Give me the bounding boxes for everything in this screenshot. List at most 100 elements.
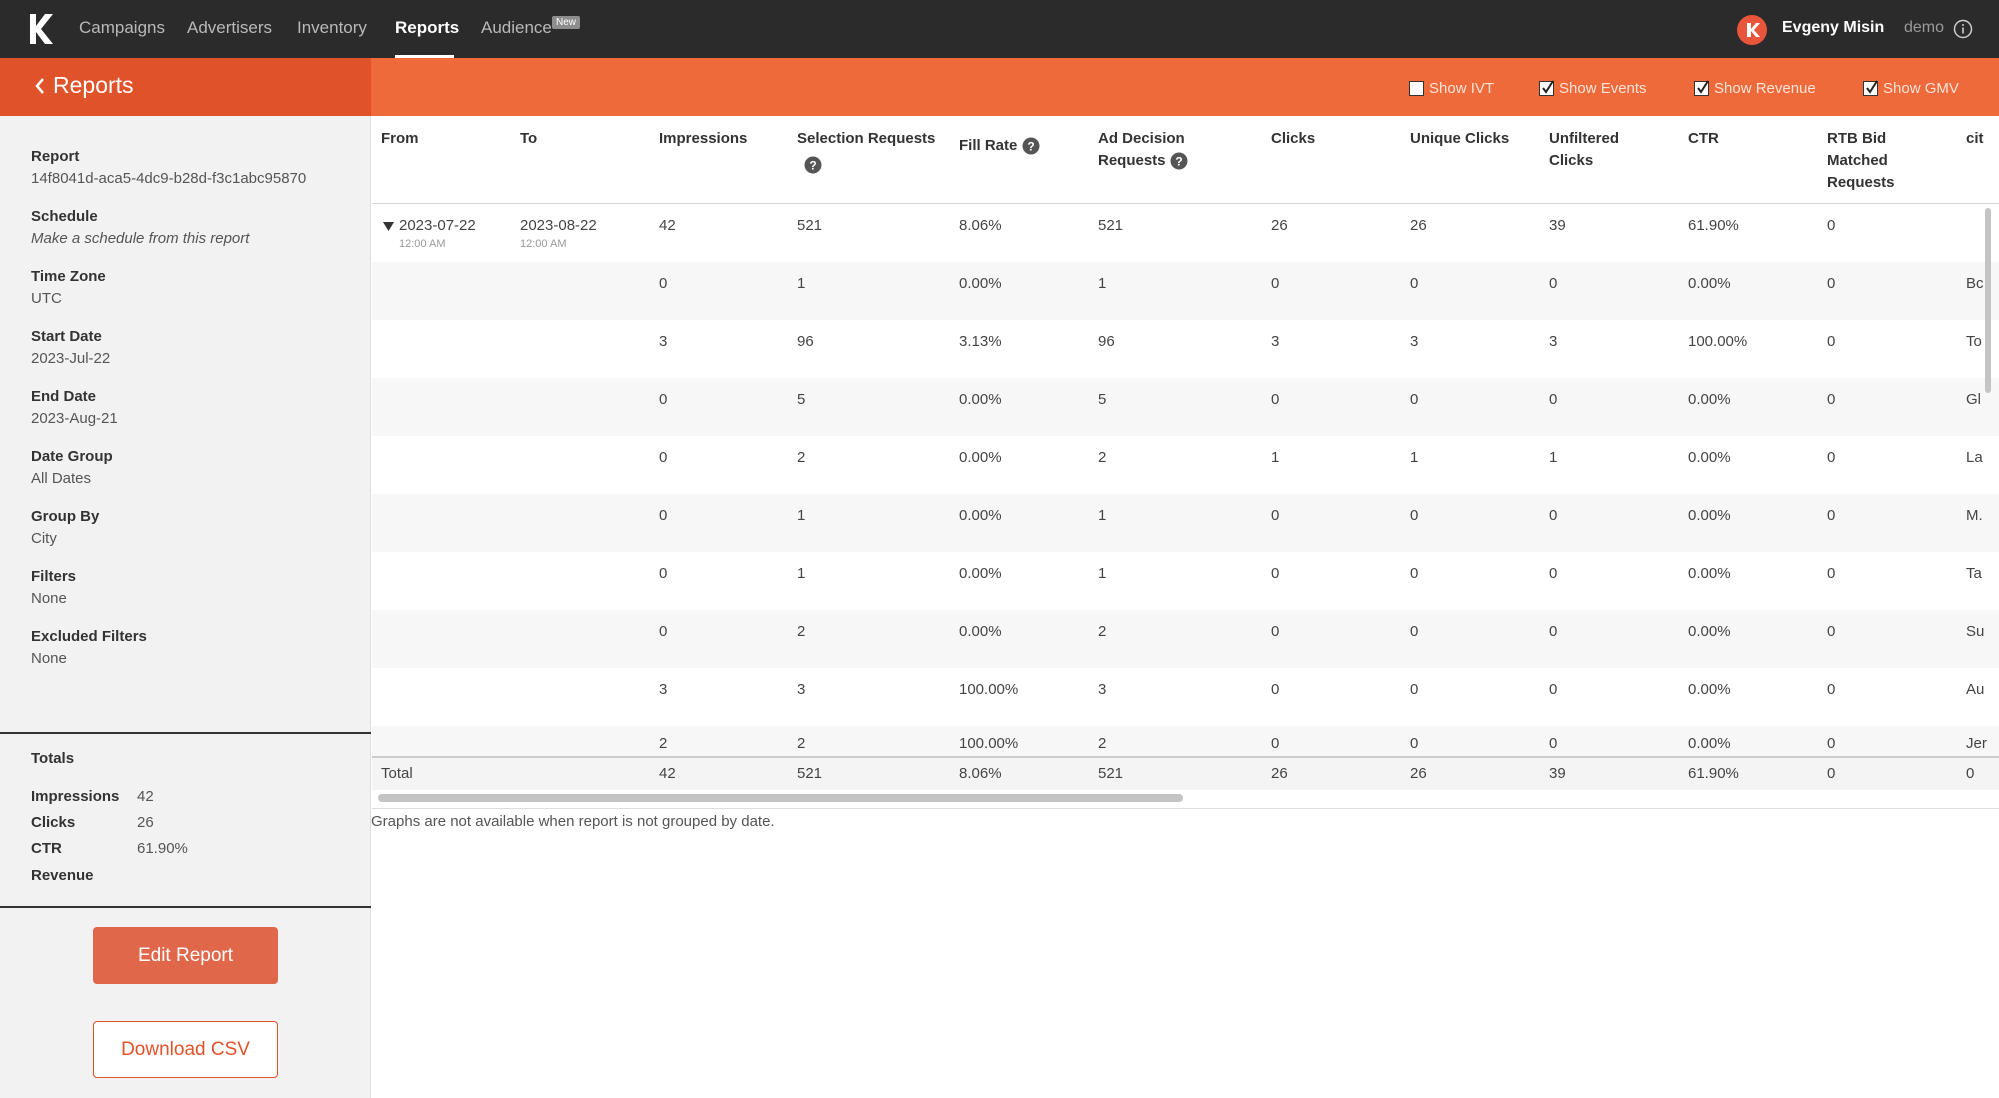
table-row[interactable]: 0 1 0.00% 1 0 0 0 0.00% 0 Ta <box>372 552 1999 610</box>
toggle-show-gmv[interactable]: Show GMV <box>1863 80 1959 97</box>
table-row[interactable]: 2023-07-22 12:00 AM 2023-08-22 12:00 AM … <box>372 204 1999 262</box>
cell-impressions: 3 <box>659 333 668 350</box>
cell-unique-clicks: 1 <box>1410 449 1419 466</box>
vertical-scrollbar[interactable] <box>1985 208 1991 393</box>
field-value-start-date: 2023-Jul-22 <box>31 350 111 367</box>
column-header-to[interactable]: To <box>520 128 537 150</box>
table-row[interactable]: 3 96 3.13% 96 3 3 3 100.00% 0 To <box>372 320 1999 378</box>
column-header-city[interactable]: cit <box>1966 128 1984 150</box>
cell-to-time: 12:00 AM <box>520 238 567 250</box>
field-label-group-by: Group By <box>31 508 100 525</box>
table-row[interactable]: 0 2 0.00% 2 0 0 0 0.00% 0 Su <box>372 610 1999 668</box>
avatar[interactable] <box>1737 15 1767 45</box>
totals-value-impressions: 42 <box>137 788 154 805</box>
column-header-unique-clicks[interactable]: Unique Clicks <box>1410 128 1509 150</box>
cell-ad-decision-requests: 1 <box>1098 507 1107 524</box>
cell-rtb-bid-matched: 0 <box>1827 507 1836 524</box>
info-icon[interactable] <box>1953 19 1973 39</box>
help-icon[interactable]: ? <box>1170 152 1188 170</box>
table-row[interactable]: 0 5 0.00% 5 0 0 0 0.00% 0 Gl <box>372 378 1999 436</box>
cell-clicks: 0 <box>1271 391 1280 408</box>
nav-audience[interactable]: Audience <box>481 18 552 38</box>
toggle-show-events[interactable]: Show Events <box>1539 80 1647 97</box>
cell-selection-requests: 3 <box>797 681 806 698</box>
cell-unique-clicks: 0 <box>1410 391 1419 408</box>
totals-label-revenue: Revenue <box>31 867 94 884</box>
column-header-impressions[interactable]: Impressions <box>659 128 747 150</box>
cell-ad-decision-requests: 2 <box>1098 735 1107 752</box>
cell-unfiltered-clicks: 0 <box>1549 623 1558 640</box>
cell-unique-clicks: 3 <box>1410 333 1419 350</box>
help-icon[interactable]: ? <box>1022 137 1040 155</box>
cell-unfiltered-clicks: 0 <box>1549 275 1558 292</box>
toggle-label: Show IVT <box>1429 80 1495 97</box>
horizontal-scrollbar[interactable] <box>378 794 1183 802</box>
column-header-clicks[interactable]: Clicks <box>1271 128 1315 150</box>
column-header-from[interactable]: From <box>381 128 419 150</box>
cell-impressions: 42 <box>659 217 676 234</box>
cell-unique-clicks: 0 <box>1410 275 1419 292</box>
field-label-start-date: Start Date <box>31 328 102 345</box>
column-header-ad-decision-requests[interactable]: Ad Decision Requests ? <box>1098 128 1218 172</box>
cell-rtb-bid-matched: 0 <box>1827 333 1836 350</box>
cell-clicks: 0 <box>1271 565 1280 582</box>
field-label-end-date: End Date <box>31 388 97 405</box>
cell-impressions: 0 <box>659 565 668 582</box>
table-row[interactable]: 3 3 100.00% 3 0 0 0 0.00% 0 Au <box>372 668 1999 726</box>
cell-ctr: 0.00% <box>1688 681 1731 698</box>
user-name[interactable]: Evgeny Misin <box>1782 19 1884 37</box>
table-row[interactable]: 0 2 0.00% 2 1 1 1 0.00% 0 La <box>372 436 1999 494</box>
cell-clicks: 3 <box>1271 333 1280 350</box>
schedule-link[interactable]: Make a schedule from this report <box>31 230 249 247</box>
table-row[interactable]: 0 1 0.00% 1 0 0 0 0.00% 0 Bc <box>372 262 1999 320</box>
nav-campaigns[interactable]: Campaigns <box>79 18 165 38</box>
header-label: Fill Rate <box>959 137 1018 154</box>
field-value-end-date: 2023-Aug-21 <box>31 410 118 427</box>
column-header-ctr[interactable]: CTR <box>1688 128 1719 150</box>
field-label-timezone: Time Zone <box>31 268 106 285</box>
cell-city: M. <box>1966 507 1983 524</box>
column-header-unfiltered-clicks[interactable]: Unfiltered Clicks <box>1549 128 1639 172</box>
cell-city: Au <box>1966 681 1985 698</box>
cell-fill-rate: 8.06% <box>959 217 1002 234</box>
cell-ad-decision-requests: 3 <box>1098 681 1107 698</box>
column-header-fill-rate[interactable]: Fill Rate ? <box>959 135 1040 157</box>
totals-label-impressions: Impressions <box>31 788 120 805</box>
header-label: Selection Requests <box>797 130 936 147</box>
nav-advertisers[interactable]: Advertisers <box>187 18 272 38</box>
cell-ad-decision-requests: 5 <box>1098 391 1107 408</box>
cell-unfiltered-clicks: 0 <box>1549 565 1558 582</box>
toggle-show-revenue[interactable]: Show Revenue <box>1694 80 1816 97</box>
page-title[interactable]: Reports <box>53 72 134 99</box>
cell-fill-rate: 100.00% <box>959 735 1019 752</box>
checkbox-show-revenue[interactable] <box>1694 80 1709 96</box>
checkbox-show-events[interactable] <box>1539 80 1554 96</box>
total-ad-decision-requests: 521 <box>1098 765 1124 782</box>
column-header-rtb-bid-matched-requests[interactable]: RTB Bid Matched Requests <box>1827 128 1917 194</box>
expand-triangle-icon[interactable] <box>383 221 394 232</box>
edit-report-button[interactable]: Edit Report <box>93 927 278 984</box>
cell-unique-clicks: 0 <box>1410 623 1419 640</box>
total-unique-clicks: 26 <box>1410 765 1427 782</box>
column-header-selection-requests[interactable]: Selection Requests ? <box>797 128 935 174</box>
cell-ctr: 0.00% <box>1688 623 1731 640</box>
cell-ad-decision-requests: 2 <box>1098 449 1107 466</box>
logo-icon[interactable] <box>28 14 54 44</box>
download-csv-button[interactable]: Download CSV <box>93 1021 278 1078</box>
toggle-show-ivt[interactable]: Show IVT <box>1409 80 1494 97</box>
checkbox-show-ivt[interactable] <box>1409 81 1424 96</box>
cell-rtb-bid-matched: 0 <box>1827 681 1836 698</box>
help-icon[interactable]: ? <box>804 156 822 174</box>
cell-rtb-bid-matched: 0 <box>1827 565 1836 582</box>
field-value-filters: None <box>31 590 67 607</box>
back-chevron-icon[interactable] <box>34 76 46 96</box>
nav-inventory[interactable]: Inventory <box>297 18 367 38</box>
report-table: From To Impressions Selection Requests ?… <box>372 116 1999 809</box>
field-label-filters: Filters <box>31 568 77 585</box>
cell-rtb-bid-matched: 0 <box>1827 217 1836 234</box>
toggle-label: Show GMV <box>1883 80 1959 97</box>
table-row[interactable]: 0 1 0.00% 1 0 0 0 0.00% 0 M. <box>372 494 1999 552</box>
total-fill-rate: 8.06% <box>959 765 1002 782</box>
checkbox-show-gmv[interactable] <box>1863 80 1878 96</box>
nav-reports[interactable]: Reports <box>395 18 459 38</box>
